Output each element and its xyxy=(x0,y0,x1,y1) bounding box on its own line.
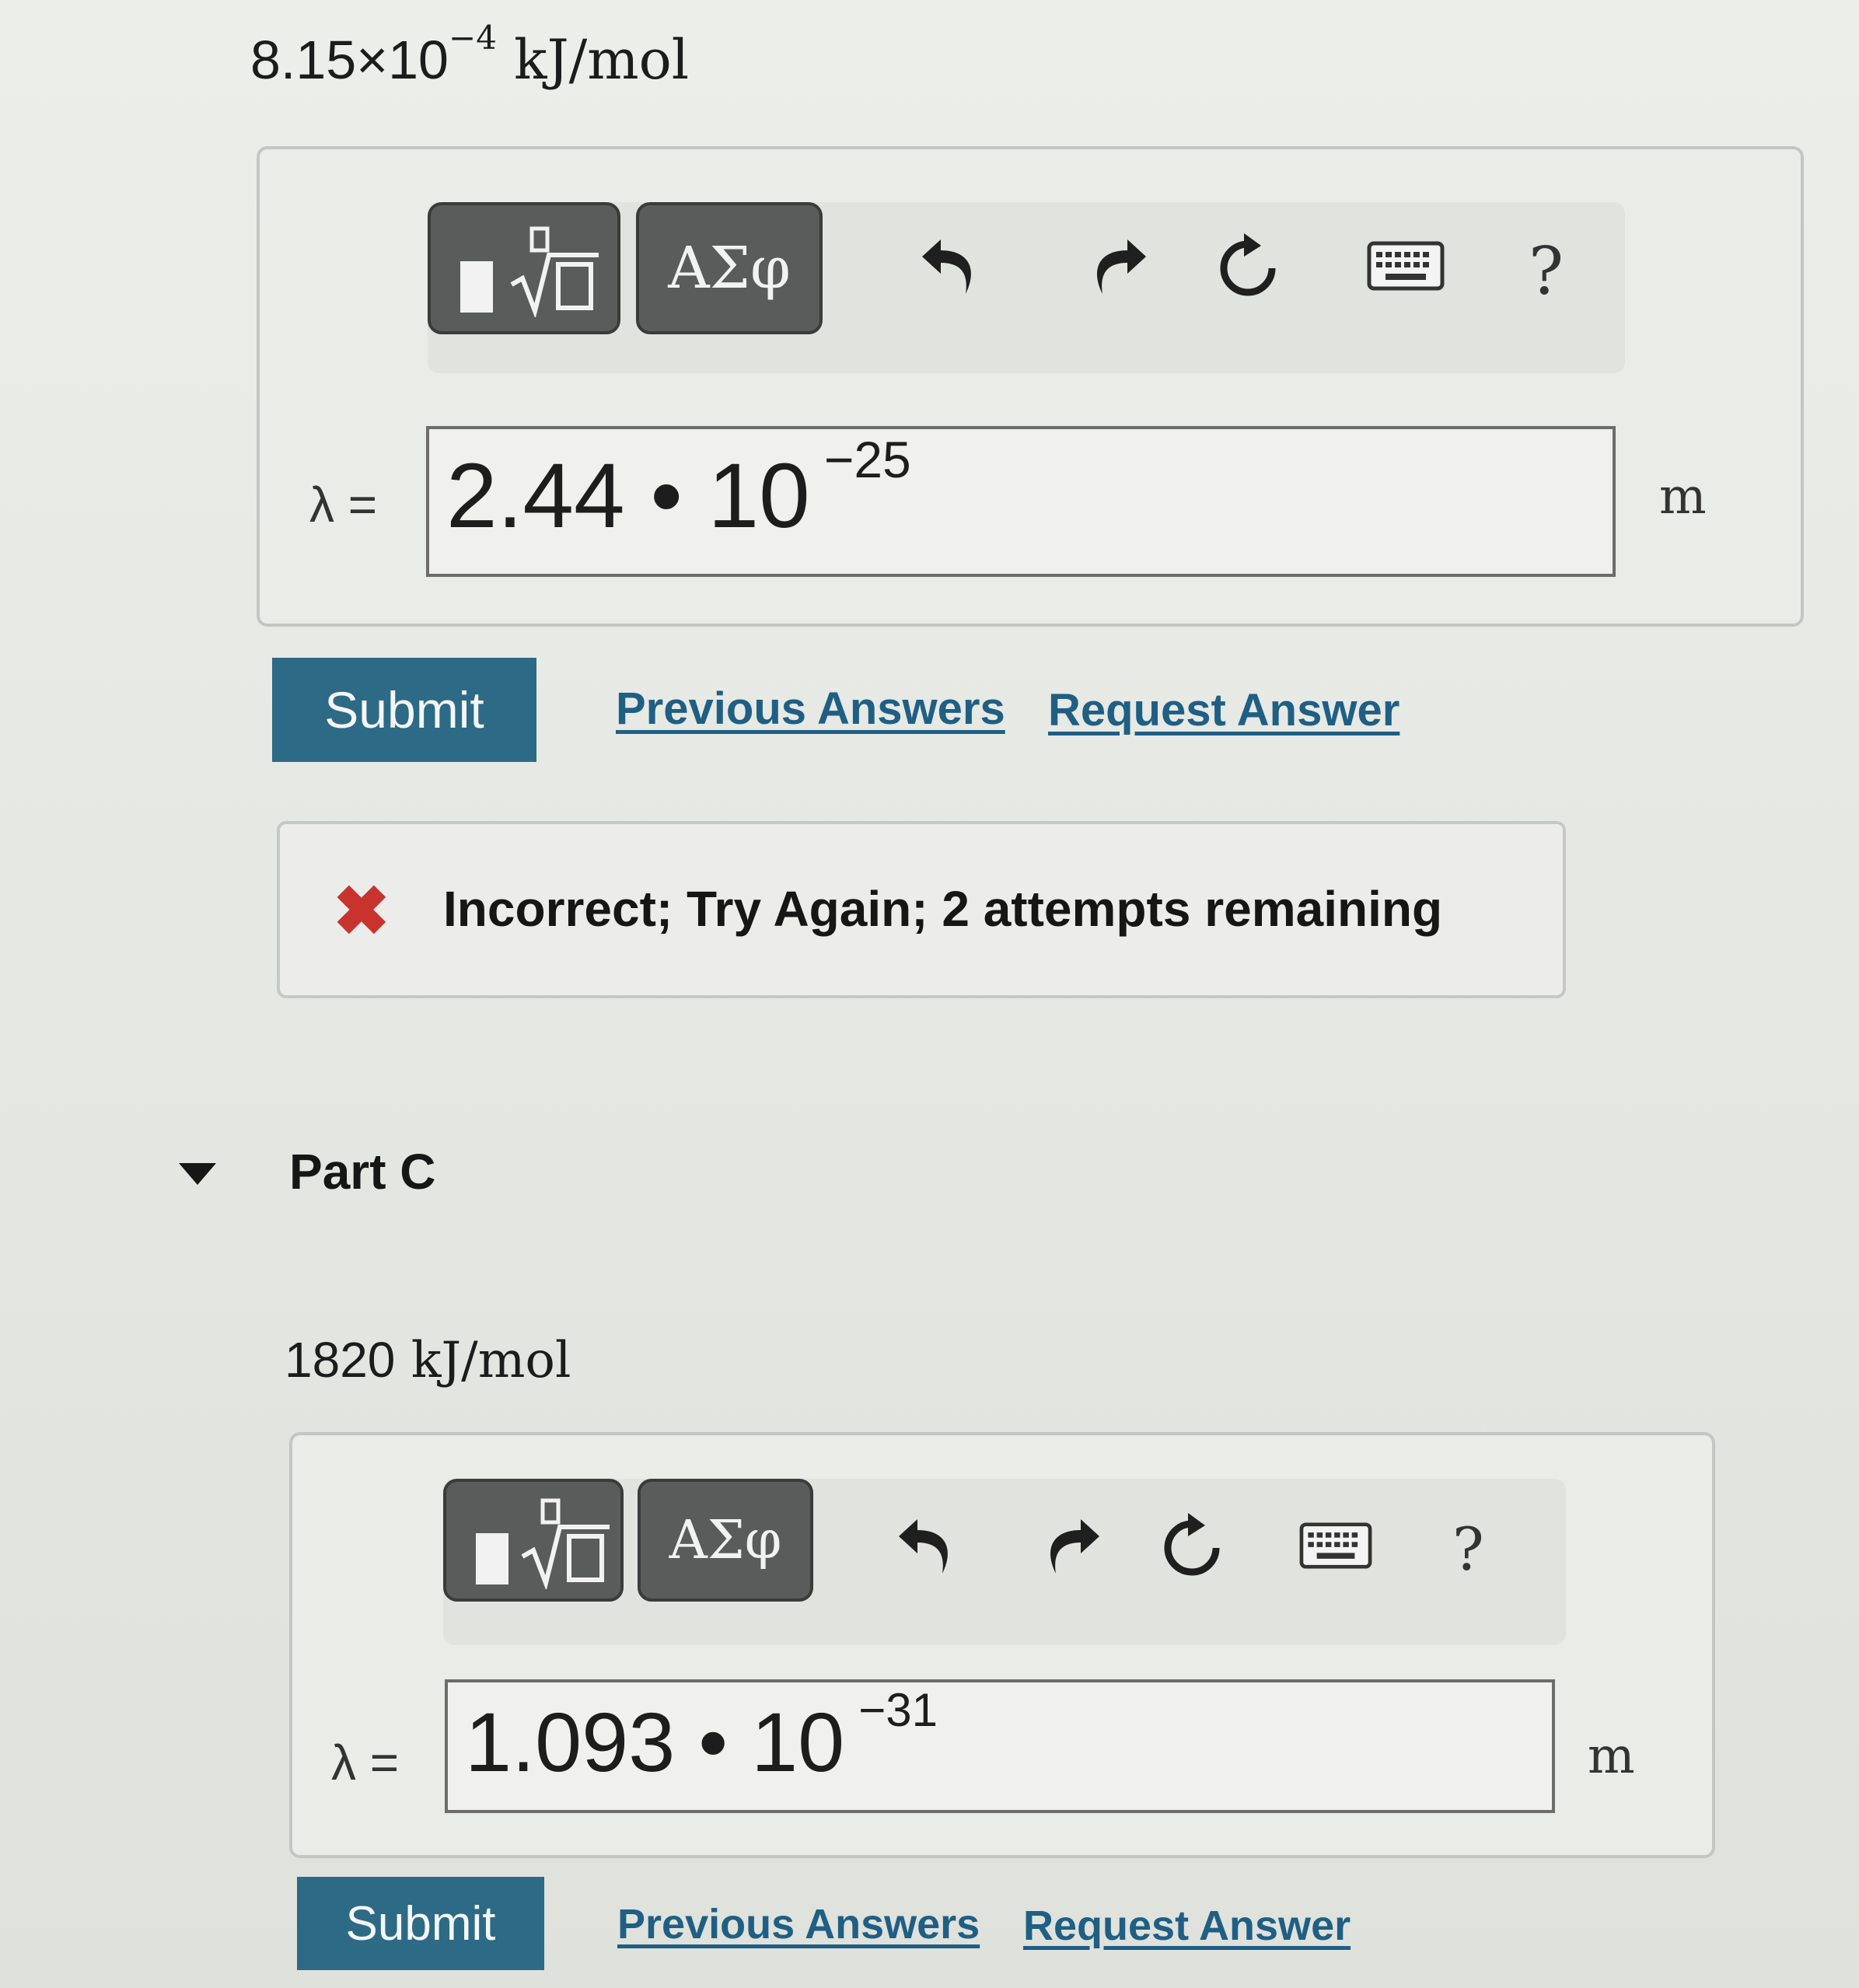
collapse-caret-icon[interactable] xyxy=(179,1163,216,1185)
math-toolbar-c: ΑΣφ ? xyxy=(443,1479,1566,1645)
feedback-message: Incorrect; Try Again; 2 attempts remaini… xyxy=(443,881,1443,937)
keyboard-icon[interactable] xyxy=(1367,241,1445,291)
help-button[interactable]: ? xyxy=(1452,1515,1484,1584)
answer-input-c[interactable]: 1.093 • 10 −31 xyxy=(445,1679,1555,1813)
lambda-label: λ = xyxy=(331,1735,400,1791)
greek-symbols-button[interactable]: ΑΣφ xyxy=(636,202,823,334)
reset-icon[interactable] xyxy=(1157,1513,1227,1583)
question-mantissa-b: 8.15 xyxy=(250,30,357,90)
answer-value-c: 1.093 • 10 −31 xyxy=(465,1684,938,1791)
part-c-title: Part C xyxy=(289,1144,436,1200)
undo-icon[interactable] xyxy=(894,1513,964,1583)
answer-value-b: 2.44 • 10 −25 xyxy=(446,431,911,549)
help-button[interactable]: ? xyxy=(1529,233,1564,309)
placeholder-square-icon xyxy=(460,261,493,313)
question-exponent-b: −4 xyxy=(449,19,497,57)
submit-button[interactable]: Submit xyxy=(297,1877,544,1970)
question-unit-b: kJ/mol xyxy=(496,28,690,92)
keyboard-icon[interactable] xyxy=(1298,1522,1373,1569)
feedback-box: ✖ Incorrect; Try Again; 2 attempts remai… xyxy=(277,821,1566,998)
request-answer-link[interactable]: Request Answer xyxy=(1048,684,1399,736)
incorrect-icon: ✖ xyxy=(333,872,390,949)
previous-answers-link[interactable]: Previous Answers xyxy=(616,683,1005,735)
submit-button[interactable]: Submit xyxy=(272,658,536,762)
question-number-c: 1820 xyxy=(285,1332,396,1388)
reset-icon[interactable] xyxy=(1213,233,1283,303)
lambda-label: λ = xyxy=(309,477,378,533)
placeholder-square-icon xyxy=(476,1533,508,1584)
unit-label: m xyxy=(1588,1728,1635,1785)
redo-icon[interactable] xyxy=(1081,233,1151,303)
unit-label: m xyxy=(1659,468,1707,526)
answer-box-c: ΑΣφ ? λ = 1.093 • 10 −31 m xyxy=(289,1432,1715,1858)
math-toolbar-b: ΑΣφ ? xyxy=(428,202,1625,373)
greek-symbols-button[interactable]: ΑΣφ xyxy=(638,1479,813,1602)
answer-mantissa-b: 2.44 • 10 xyxy=(446,445,810,547)
templates-button[interactable] xyxy=(428,202,620,334)
templates-button[interactable] xyxy=(443,1479,624,1602)
undo-icon[interactable] xyxy=(917,233,987,303)
answer-exponent-b: −25 xyxy=(823,431,911,488)
answer-exponent-c: −31 xyxy=(858,1684,938,1736)
request-answer-link[interactable]: Request Answer xyxy=(1023,1902,1351,1950)
nth-root-icon xyxy=(510,226,599,317)
question-unit-c: kJ/mol xyxy=(395,1332,571,1389)
question-value-b: 8.15×10−4 kJ/mol xyxy=(250,19,690,92)
question-times-b: ×10 xyxy=(356,30,449,90)
question-value-c: 1820 kJ/mol xyxy=(285,1331,571,1389)
answer-box-b: ΑΣφ ? λ = 2.44 • 10−25 m xyxy=(257,146,1804,627)
page: 8.15×10−4 kJ/mol ΑΣφ ? λ = 2.44 • 10 −25… xyxy=(0,0,1859,1988)
answer-input-b[interactable]: 2.44 • 10 −25 xyxy=(426,426,1616,577)
previous-answers-link[interactable]: Previous Answers xyxy=(617,1900,980,1948)
redo-icon[interactable] xyxy=(1034,1513,1104,1583)
answer-mantissa-c: 1.093 • 10 xyxy=(465,1695,845,1789)
nth-root-icon xyxy=(521,1498,610,1589)
